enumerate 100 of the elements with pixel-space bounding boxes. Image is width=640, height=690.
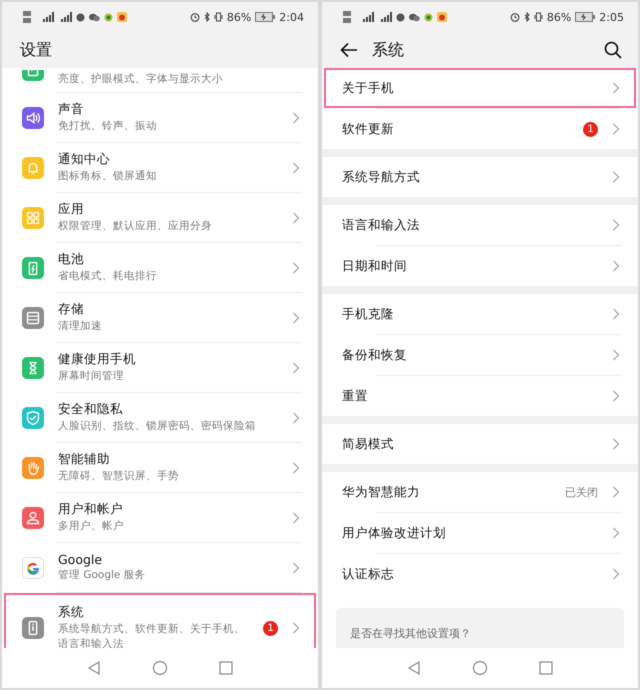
info-icon xyxy=(22,617,44,639)
battery-icon xyxy=(22,256,44,278)
chevron-icon xyxy=(292,462,300,474)
chevron-icon xyxy=(612,123,620,135)
item-title: 日期和时间 xyxy=(342,258,408,274)
item-title: 存储 xyxy=(58,300,85,318)
home-icon[interactable] xyxy=(472,660,488,676)
bluetooth-icon xyxy=(524,12,530,22)
clock-time: 2:04 xyxy=(279,10,304,24)
chevron-icon xyxy=(292,112,300,124)
notification-badge: 1 xyxy=(263,620,278,636)
google-icon xyxy=(22,556,44,578)
signal-icon xyxy=(40,12,54,22)
item-title: 健康使用手机 xyxy=(58,350,137,368)
item-title: 系统导航方式 xyxy=(342,168,421,186)
item-subtitle: 亮度、护眼模式、字体与显示大小 xyxy=(58,72,224,87)
battery-percent: 86% xyxy=(546,10,572,24)
item-subtitle: 多用户、帐户 xyxy=(58,518,125,534)
item-subtitle: 无障碍、智慧识屏、手势 xyxy=(58,468,180,484)
chevron-icon xyxy=(612,219,620,231)
screen-title: 设置 xyxy=(20,40,53,60)
item-subtitle: 管理 Google 服务 xyxy=(58,568,147,583)
chevron-icon xyxy=(292,512,300,524)
chevron-icon xyxy=(612,527,620,539)
chevron-icon xyxy=(292,362,300,374)
item-title: 智能辅助 xyxy=(58,450,111,468)
item-title: 语言和输入法 xyxy=(342,216,421,234)
item-title: 简易模式 xyxy=(342,436,395,452)
home-icon[interactable] xyxy=(152,660,168,676)
item-title: 备份和恢复 xyxy=(342,346,408,364)
app-icon xyxy=(424,12,433,22)
chevron-icon xyxy=(292,212,300,224)
signal-icon xyxy=(360,12,374,22)
item-subtitle: 省电模式、耗电排行 xyxy=(58,268,158,284)
item-value: 已关闭 xyxy=(565,484,598,500)
item-title: 电池 xyxy=(58,250,85,268)
chevron-icon xyxy=(292,162,300,174)
recents-icon[interactable] xyxy=(538,660,554,676)
chevron-icon xyxy=(612,308,620,320)
item-title: 重置 xyxy=(342,388,369,404)
bluetooth-icon xyxy=(204,12,210,22)
chevron-icon xyxy=(292,262,300,274)
chevron-icon xyxy=(612,349,620,361)
bell-icon xyxy=(22,156,44,178)
chevron-icon xyxy=(612,171,620,183)
item-subtitle: 图标角标、锁屏通知 xyxy=(58,168,158,184)
item-title: 系统 xyxy=(58,604,85,621)
item-subtitle: 人脸识别、指纹、锁屏密码、密码保险箱 xyxy=(58,418,257,434)
chevron-icon xyxy=(292,622,300,634)
recents-icon[interactable] xyxy=(218,660,234,676)
vibrate-icon xyxy=(214,12,223,22)
item-title: 应用 xyxy=(58,200,85,218)
app-icon xyxy=(437,12,447,22)
battery-icon xyxy=(255,12,276,22)
alarm-icon xyxy=(510,12,520,22)
shield-icon xyxy=(22,406,44,428)
item-title: 软件更新 xyxy=(342,120,395,138)
chevron-icon xyxy=(292,412,300,424)
back-arrow-icon[interactable] xyxy=(340,42,358,58)
chevron-icon xyxy=(292,562,300,574)
settings-item[interactable]: 关于手机 xyxy=(324,68,636,108)
item-title: 声音 xyxy=(58,100,85,118)
grid-icon xyxy=(22,206,44,228)
vibrate-icon xyxy=(534,12,543,22)
speaker-icon xyxy=(22,106,44,128)
hourglass-icon xyxy=(22,356,44,378)
storage-icon xyxy=(22,306,44,328)
chevron-icon xyxy=(612,438,620,450)
chat-icon xyxy=(409,12,420,22)
person-icon xyxy=(22,506,44,528)
back-icon[interactable] xyxy=(86,660,102,676)
battery-icon xyxy=(575,12,596,22)
chat-icon xyxy=(89,12,100,22)
item-title: 认证标志 xyxy=(342,566,395,582)
item-title: 用户和帐户 xyxy=(58,500,124,518)
app-icon xyxy=(117,12,127,22)
alarm-icon xyxy=(190,12,200,22)
item-title: 用户体验改进计划 xyxy=(342,524,447,542)
app-icon xyxy=(104,12,113,22)
hand-icon xyxy=(22,456,44,478)
item-subtitle: 屏幕时间管理 xyxy=(58,368,125,384)
item-title: Google xyxy=(58,552,104,567)
chevron-icon xyxy=(612,568,620,580)
item-title: 关于手机 xyxy=(342,80,395,96)
chevron-icon xyxy=(612,260,620,272)
item-subtitle: 权限管理、默认应用、应用分身 xyxy=(58,218,213,234)
clock-time: 2:05 xyxy=(599,10,624,24)
item-title: 手机克隆 xyxy=(342,306,395,322)
notification-badge: 1 xyxy=(583,122,598,136)
search-icon[interactable] xyxy=(604,41,622,59)
suggestion-text: 是否在寻找其他设置项？ xyxy=(350,627,471,640)
chevron-icon xyxy=(612,82,620,94)
signal-icon xyxy=(378,12,392,22)
battery-percent: 86% xyxy=(226,10,252,24)
chevron-icon xyxy=(612,486,620,498)
item-title: 安全和隐私 xyxy=(58,400,124,418)
item-title: 华为智慧能力 xyxy=(342,484,421,500)
chevron-icon xyxy=(612,390,620,402)
item-title: 通知中心 xyxy=(58,150,111,168)
back-icon[interactable] xyxy=(406,660,422,676)
